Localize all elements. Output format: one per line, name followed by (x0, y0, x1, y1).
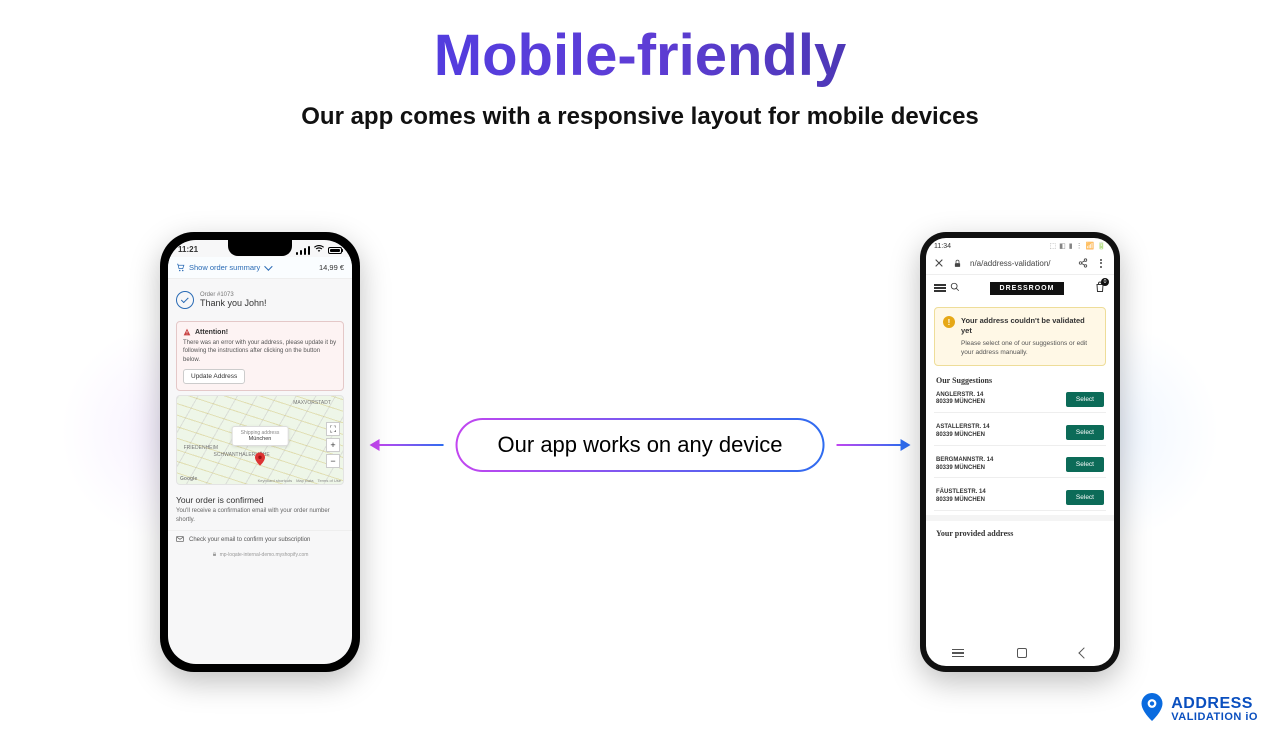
google-logo: Google (180, 476, 197, 482)
map-footer-item[interactable]: Map Data (296, 478, 313, 483)
alert-title: Attention! (195, 329, 228, 336)
select-button[interactable]: Select (1066, 425, 1104, 440)
validation-warning-title: Your address couldn't be validated yet (961, 316, 1097, 336)
confirmed-title: Your order is confirmed (168, 489, 352, 507)
map-footer-item[interactable]: Keyboard shortcuts (258, 478, 292, 483)
mail-text: Check your email to confirm your subscri… (189, 537, 310, 543)
map-district-label: FRIEDENHEIM (184, 445, 218, 451)
shop-header: DRESSROOM 0 (926, 275, 1114, 301)
browser-url[interactable]: n/a/address-validation/ (970, 259, 1070, 268)
thank-you-row: Order #1073 Thank you John! (168, 285, 352, 315)
wifi-icon (314, 245, 324, 255)
select-button[interactable]: Select (1066, 392, 1104, 407)
map-footer-item[interactable]: Terms of Use (317, 478, 341, 483)
alert-body: There was an error with your address, pl… (183, 339, 337, 364)
shop-logo[interactable]: DRESSROOM (990, 282, 1065, 295)
center-callout: Our app works on any device (378, 418, 903, 472)
android-time: 11:34 (934, 243, 951, 250)
select-button[interactable]: Select (1066, 457, 1104, 472)
android-back-icon[interactable] (1078, 647, 1089, 658)
order-total: 14,99 € (319, 263, 344, 272)
validation-warning-box: ! Your address couldn't be validated yet… (934, 307, 1106, 366)
order-summary-label: Show order summary (189, 263, 260, 272)
suggestion-item: BERGMANNSTR. 14 80339 MÜNCHEN Select (934, 452, 1106, 479)
cart-icon[interactable]: 0 (1094, 281, 1106, 295)
arrow-right-icon (836, 444, 902, 446)
suggestion-city: 80339 MÜNCHEN (936, 432, 990, 440)
chevron-down-icon (264, 262, 272, 270)
lock-icon (952, 258, 962, 268)
android-nav-bar (926, 644, 1114, 662)
suggestion-city: 80339 MÜNCHEN (936, 399, 985, 407)
suggestion-item: ANGLERSTR. 14 80339 MÜNCHEN Select (934, 387, 1106, 414)
suggestions-header: Our Suggestions (926, 372, 1114, 387)
cart-count-badge: 0 (1101, 278, 1109, 286)
suggestion-street: ASTALLERSTR. 14 (936, 424, 990, 432)
mail-icon (176, 535, 184, 545)
suggestion-item: ASTALLERSTR. 14 80339 MÜNCHEN Select (934, 419, 1106, 446)
search-icon[interactable] (950, 282, 960, 294)
confirmed-body: You'll receive a confirmation email with… (168, 507, 352, 530)
android-recent-icon[interactable] (952, 649, 964, 658)
cart-icon (176, 263, 185, 272)
brand-line2: VALIDATION iO (1171, 712, 1258, 723)
select-button[interactable]: Select (1066, 490, 1104, 505)
page-subtitle: Our app comes with a responsive layout f… (0, 103, 1280, 131)
map-controls: ⛶ + − (326, 422, 340, 468)
brand-line1: ADDRESS (1171, 696, 1258, 712)
map-footer: Keyboard shortcuts Map Data Terms of Use (258, 478, 341, 483)
brand-badge: ADDRESS VALIDATION iO (1141, 693, 1258, 726)
android-home-icon[interactable] (1017, 648, 1027, 658)
hamburger-icon[interactable] (934, 284, 946, 292)
suggestion-city: 80339 MÜNCHEN (936, 497, 986, 505)
signal-icon (296, 246, 310, 255)
close-icon[interactable] (934, 258, 944, 268)
page-title: Mobile-friendly (0, 22, 1280, 89)
arrow-left-icon (378, 444, 444, 446)
shop-domain-row: mp-loqate-internal-demo.myshopify.com (168, 549, 352, 563)
suggestions-list: ANGLERSTR. 14 80339 MÜNCHEN Select ASTAL… (926, 387, 1114, 511)
email-confirmation-row: Check your email to confirm your subscri… (168, 530, 352, 549)
thank-you-text: Thank you John! (200, 298, 267, 308)
map-zoom-in-button[interactable]: + (326, 438, 340, 452)
checkmark-circle-icon (176, 291, 194, 309)
share-icon[interactable] (1078, 258, 1088, 268)
map-district-label: MAXVORSTADT (293, 400, 331, 406)
suggestion-city: 80339 MÜNCHEN (936, 465, 993, 473)
shop-domain: mp-loqate-internal-demo.myshopify.com (220, 552, 309, 558)
android-status-icons: ⬚◧▮⋮📶🔋 (1049, 242, 1106, 250)
order-summary-toggle[interactable]: Show order summary 14,99 € (168, 257, 352, 279)
brand-pin-icon (1141, 693, 1163, 726)
map-zoom-out-button[interactable]: − (326, 454, 340, 468)
android-mockup: 11:34 ⬚◧▮⋮📶🔋 n/a/address-validation/ (920, 232, 1120, 672)
address-error-alert: Attention! There was an error with your … (176, 321, 344, 391)
map-pin-icon (255, 452, 265, 468)
iphone-notch (228, 240, 292, 256)
map-tooltip: Shipping address München (232, 426, 289, 446)
validation-warning-body: Please select one of our suggestions or … (961, 339, 1097, 357)
suggestion-street: BERGMANNSTR. 14 (936, 457, 993, 465)
shipping-map[interactable]: MAXVORSTADT FRIEDENHEIM SCHWANTHALERHÖHE… (176, 395, 344, 485)
map-tooltip-value: München (241, 436, 280, 442)
callout-label: Our app works on any device (458, 420, 823, 470)
callout-pill: Our app works on any device (456, 418, 825, 472)
update-address-button[interactable]: Update Address (183, 369, 245, 384)
browser-url-bar: n/a/address-validation/ (926, 254, 1114, 275)
map-fullscreen-button[interactable]: ⛶ (326, 422, 340, 436)
suggestion-item: FÄUSTLESTR. 14 80339 MÜNCHEN Select (934, 484, 1106, 511)
iphone-time: 11:21 (178, 245, 198, 255)
menu-dots-icon[interactable] (1096, 258, 1106, 268)
iphone-mockup: 11:21 Show order summary 14,99 € (160, 232, 360, 672)
exclamation-icon: ! (943, 316, 955, 328)
battery-icon (328, 247, 342, 254)
provided-address-header: Your provided address (926, 515, 1114, 544)
warning-icon (183, 328, 191, 336)
android-statusbar: 11:34 ⬚◧▮⋮📶🔋 (926, 238, 1114, 254)
lock-icon (212, 551, 217, 559)
